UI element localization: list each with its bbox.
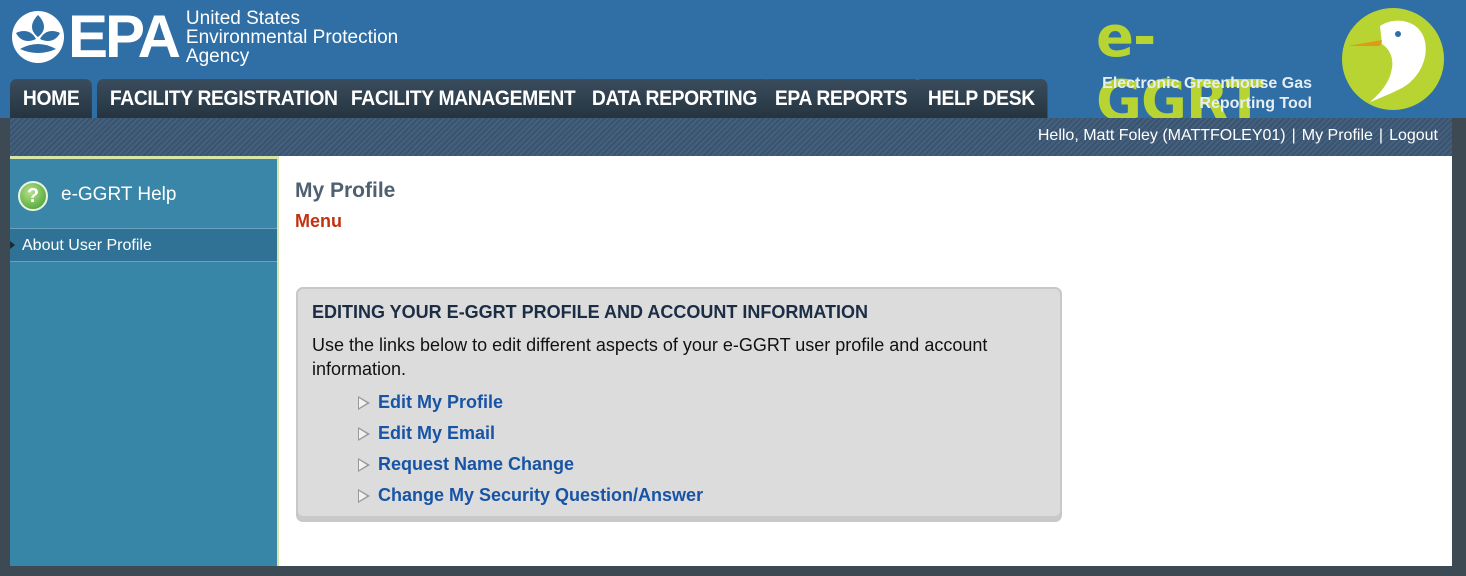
tab-data-reporting[interactable]: DATA REPORTING — [579, 79, 770, 118]
tab-facility-management-wrap: FACILITY MANAGEMENT — [338, 79, 589, 118]
help-question-icon: ? — [18, 181, 48, 211]
eggrt-title: e-GGRT — [1096, 5, 1264, 134]
epa-line-2: Environmental Protection — [185, 26, 399, 48]
epa-agency-name: United States Environmental Protection A… — [186, 9, 398, 66]
arrow-right-icon — [356, 457, 372, 473]
list-item: Request Name Change — [356, 449, 703, 480]
tab-facility-management[interactable]: FACILITY MANAGEMENT — [338, 79, 589, 118]
help-sidebar: ? e-GGRT Help About User Profile — [10, 156, 277, 566]
epa-abbr: EPA — [68, 3, 181, 70]
tab-help-desk[interactable]: HELP DESK — [915, 79, 1048, 118]
help-header: ? e-GGRT Help — [10, 159, 277, 229]
user-greeting: Hello, Matt Foley (MATTFOLEY01) — [1037, 127, 1286, 144]
my-profile-link[interactable]: My Profile — [1302, 127, 1373, 144]
epa-line-1: United States — [185, 7, 300, 29]
arrow-right-icon — [356, 395, 372, 411]
panel-title: EDITING YOUR E-GGRT PROFILE AND ACCOUNT … — [312, 302, 868, 322]
page-title: My Profile — [295, 179, 396, 202]
epa-logo[interactable]: EPA United States Environmental Protecti… — [10, 6, 398, 68]
egret-icon — [1340, 6, 1446, 112]
separator: | — [1378, 127, 1384, 144]
profile-link-list: Edit My Profile Edit My Email Request Na… — [356, 387, 703, 511]
main-content: My Profile Menu EDITING YOUR E-GGRT PROF… — [277, 156, 1452, 566]
edit-my-email-link[interactable]: Edit My Email — [378, 423, 495, 444]
arrow-right-icon — [356, 426, 372, 442]
epa-line-3: Agency — [185, 45, 250, 67]
eggrt-logo[interactable]: e-GGRT Electronic Greenhouse Gas Reporti… — [1096, 4, 1446, 134]
eggrt-subtitle: Electronic Greenhouse Gas Reporting Tool — [1102, 74, 1312, 114]
list-item: Edit My Email — [356, 418, 703, 449]
user-bar: Hello, Matt Foley (MATTFOLEY01) | My Profi… — [10, 118, 1452, 156]
arrow-right-icon — [356, 488, 372, 504]
tab-data-reporting-wrap: DATA REPORTING — [579, 79, 770, 118]
sidebar-item-label: About User Profile — [22, 237, 152, 254]
profile-edit-panel: EDITING YOUR E-GGRT PROFILE AND ACCOUNT … — [296, 287, 1062, 522]
user-bar-links: Hello, Matt Foley (MATTFOLEY01) | My Profi… — [1038, 127, 1438, 145]
request-name-change-link[interactable]: Request Name Change — [378, 454, 574, 475]
tab-home-wrap: HOME — [10, 79, 97, 118]
site-header: EPA United States Environmental Protecti… — [0, 0, 1466, 134]
sidebar-item-about-user-profile[interactable]: About User Profile — [10, 229, 277, 262]
edit-my-profile-link[interactable]: Edit My Profile — [378, 392, 503, 413]
epa-flower-icon — [10, 9, 66, 65]
eggrt-subtitle-line-2: Reporting Tool — [1199, 95, 1312, 112]
change-security-question-link[interactable]: Change My Security Question/Answer — [378, 485, 703, 506]
list-item: Edit My Profile — [356, 387, 703, 418]
panel-description: Use the links below to edit different as… — [312, 335, 988, 379]
tab-epa-reports-wrap: EPA REPORTS — [762, 79, 921, 118]
current-item-marker-icon — [10, 241, 15, 249]
help-title: e-GGRT Help — [61, 184, 177, 205]
main-nav-tabs: HOME FACILITY REGISTRATION FACILITY MANA… — [10, 79, 1048, 118]
tab-facility-registration-wrap: FACILITY REGISTRATION — [97, 79, 351, 118]
tab-epa-reports[interactable]: EPA REPORTS — [762, 79, 921, 118]
logout-link[interactable]: Logout — [1389, 127, 1438, 144]
tab-facility-registration[interactable]: FACILITY REGISTRATION — [97, 79, 351, 118]
list-item: Change My Security Question/Answer — [356, 480, 703, 511]
eggrt-subtitle-line-1: Electronic Greenhouse Gas — [1102, 75, 1312, 92]
menu-label: Menu — [295, 211, 342, 231]
tab-home[interactable]: HOME — [10, 79, 93, 118]
separator: | — [1291, 127, 1296, 144]
tab-help-desk-wrap: HELP DESK — [915, 79, 1048, 118]
